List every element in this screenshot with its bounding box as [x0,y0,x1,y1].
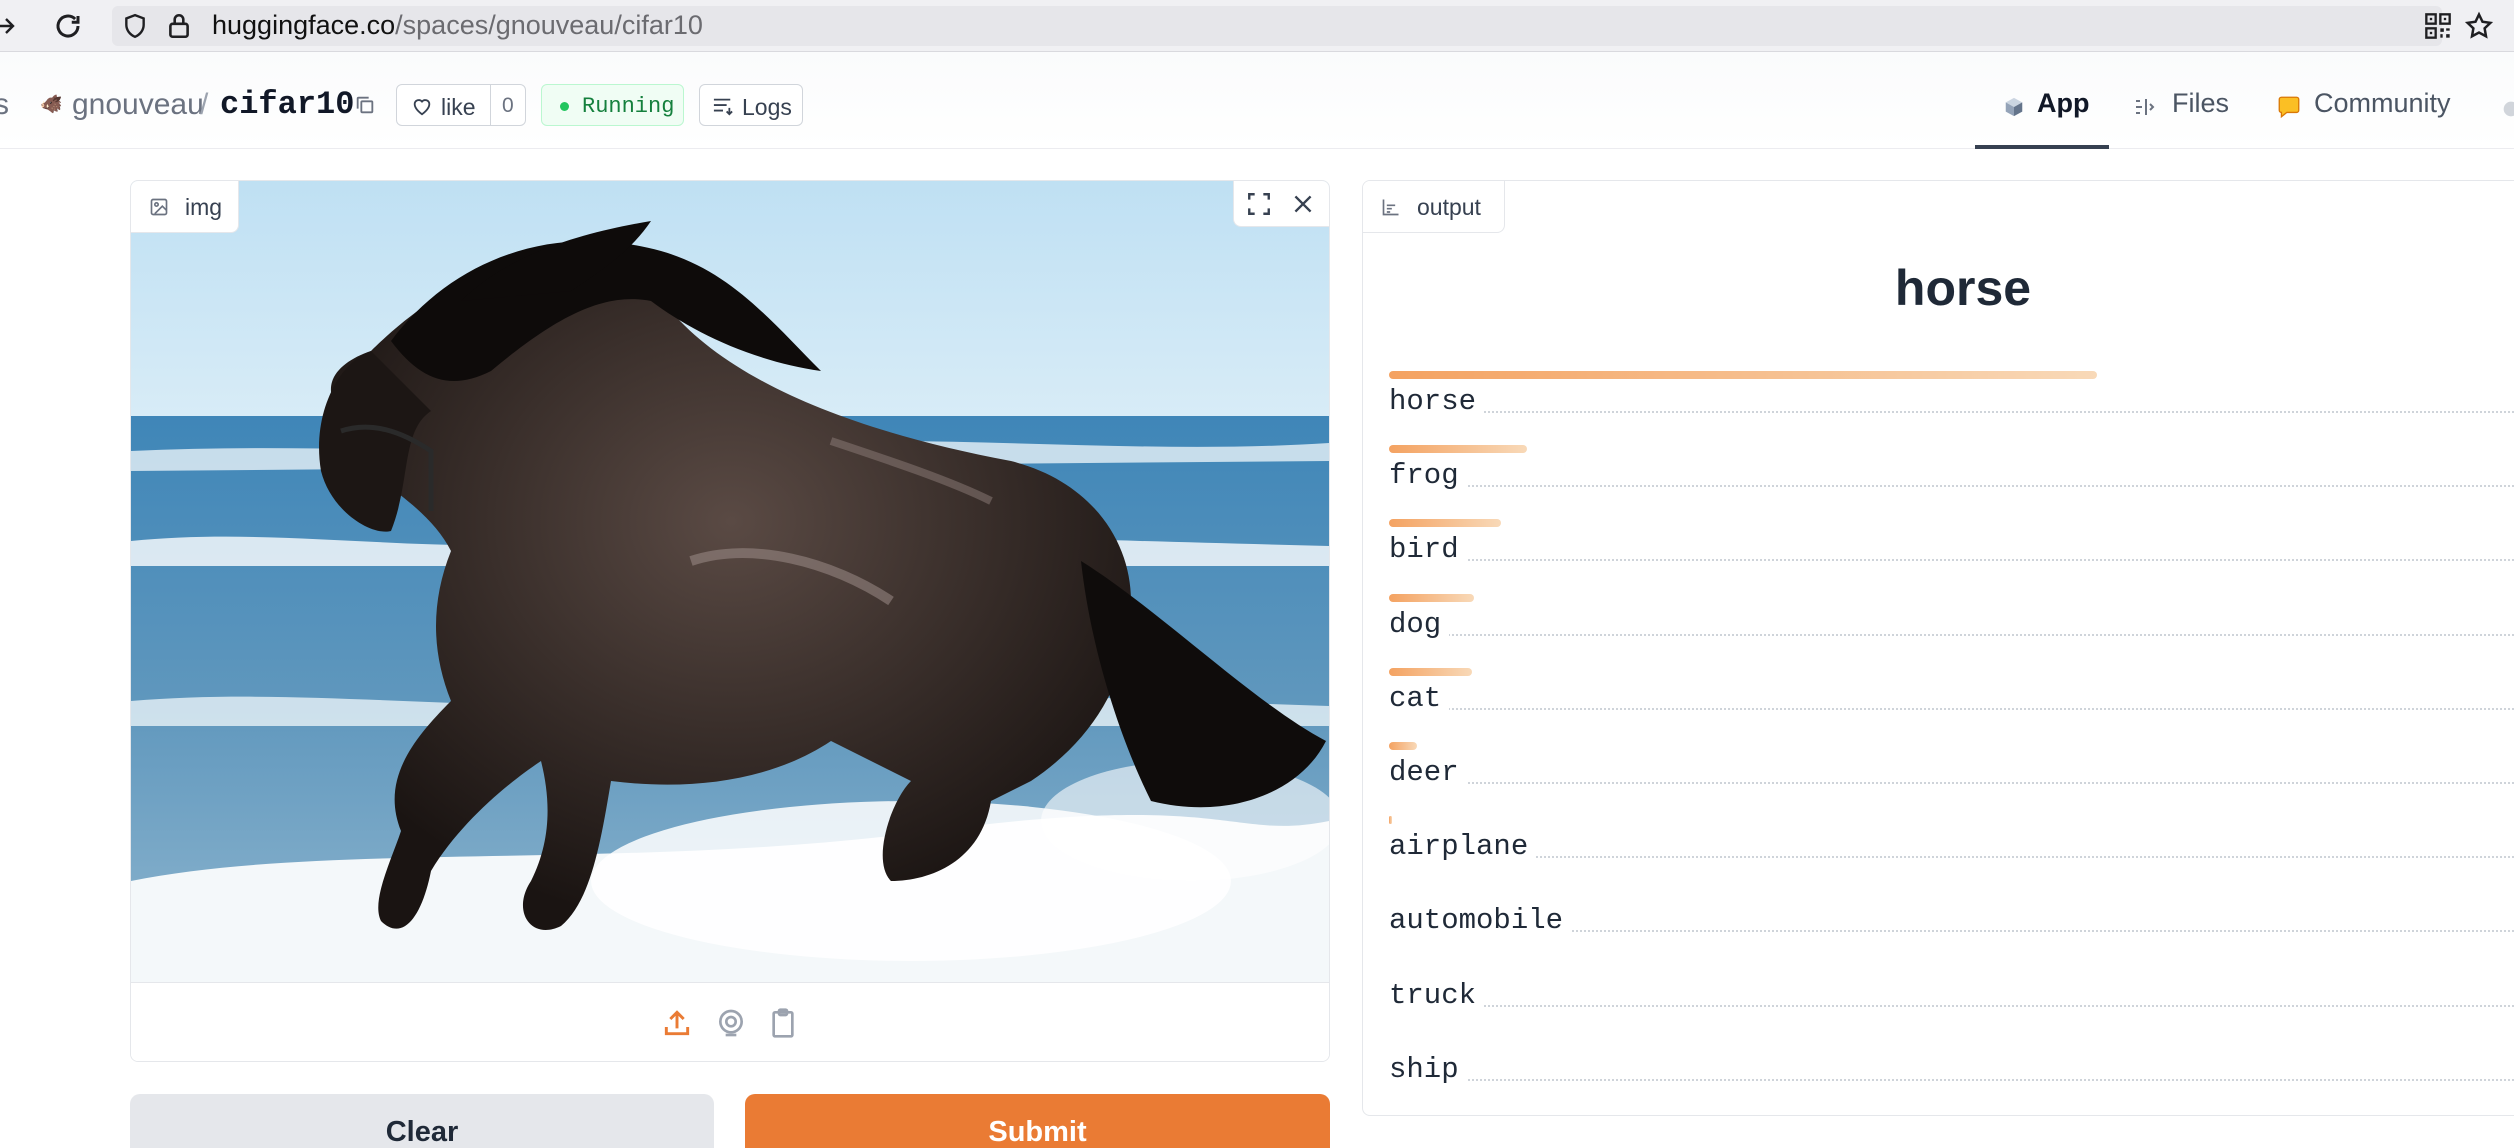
tab-files-label: Files [2172,88,2230,118]
arrow-right-icon [0,18,15,34]
confidence-bar [1389,445,1528,453]
forward-button[interactable] [0,8,24,44]
heart-icon [413,99,431,116]
cube-icon [2005,97,2023,117]
confidence-dotted-leader [1389,708,2514,710]
url-text: huggingface.co/spaces/gnouveau/cifar10 [212,11,703,39]
confidence-row: bird10 [1389,519,2514,593]
confidence-label: ship [1389,1053,1467,1086]
owner-avatar-icon[interactable]: 🐗 [40,94,62,114]
image-input-label-text: img [185,194,223,220]
qr-code-icon[interactable] [2424,12,2452,40]
tab-app-label: App [2037,88,2090,118]
status-label: Running [582,94,675,119]
confidence-label: frog [1389,459,1467,492]
shield-icon [125,13,145,39]
close-icon[interactable] [1290,191,1316,217]
confidence-row: automobile0 [1389,890,2514,964]
clear-button-label: Clear [385,1116,459,1148]
confidence-row: deer2 [1389,742,2514,816]
output-label-text: output [1417,194,1481,220]
tab-files[interactable]: Files [2134,74,2264,149]
upload-icon[interactable] [661,1007,693,1039]
url-host: huggingface.co [212,10,396,40]
community-icon [2278,96,2300,119]
output-panel: output horse horse61frog12bird10dog7cat7… [1362,180,2514,1116]
truncated-breadcrumb-fragment: s [0,88,9,121]
confidence-label: bird [1389,533,1467,566]
confidence-label: truck [1389,979,1485,1012]
confidence-bar [1389,594,1475,602]
url-path: /spaces/gnouveau/cifar10 [395,10,703,40]
confidence-label: dog [1389,608,1450,641]
running-dot-icon [560,102,569,111]
lock-icon [169,13,189,39]
confidence-dotted-leader [1389,634,2514,636]
settings-icon[interactable] [2500,98,2514,120]
confidence-dotted-leader [1389,856,2514,858]
confidence-row: airplane0 [1389,816,2514,890]
copy-icon[interactable] [354,94,376,116]
confidence-row: horse61 [1389,371,2514,445]
confidence-row: cat7 [1389,668,2514,742]
uploaded-image[interactable] [131,181,1329,982]
confidence-dotted-leader [1389,1079,2514,1081]
reload-icon [56,14,80,38]
like-label: like [441,94,476,120]
predicted-label: horse [1894,260,2032,316]
confidence-label: cat [1389,682,1450,715]
logs-icon [713,98,733,116]
confidence-bar [1389,816,1392,824]
confidence-row: ship0 [1389,1039,2514,1113]
breadcrumb-separator: / [200,88,209,121]
bookmark-star-icon[interactable] [2464,11,2494,41]
confidence-label: deer [1389,756,1467,789]
confidence-bar [1389,519,1501,527]
confidence-dotted-leader [1389,485,2514,487]
confidence-row: truck0 [1389,965,2514,1039]
confidence-label: automobile [1389,904,1572,937]
confidence-dotted-leader [1389,559,2514,561]
confidence-label: horse [1389,385,1485,418]
tab-community[interactable]: Community [2276,74,2476,149]
tab-app[interactable]: App [1975,74,2109,149]
output-label: output [1363,181,1505,233]
confidence-row: dog7 [1389,594,2514,668]
tab-community-label: Community [2314,88,2451,118]
like-divider [490,85,491,125]
submit-button[interactable]: Submit [745,1094,1330,1148]
logs-button[interactable]: Logs [699,84,803,126]
image-icon [150,198,168,216]
webcam-icon[interactable] [715,1007,747,1039]
space-name-link[interactable]: cifar10 [220,86,354,123]
like-button[interactable]: like 0 [396,84,526,126]
confidence-bar [1389,742,1417,750]
image-source-bar [131,982,1329,1061]
confidence-bar [1389,371,2098,379]
confidence-dotted-leader [1389,1005,2514,1007]
image-toolbar [1233,181,1329,227]
status-badge: Running [541,84,684,126]
clear-button[interactable]: Clear [130,1094,714,1148]
files-icon [2136,99,2155,115]
space-owner-link[interactable]: gnouveau [72,88,204,122]
fullscreen-icon[interactable] [1246,191,1272,217]
logs-label: Logs [742,94,792,120]
confidence-dotted-leader [1389,782,2514,784]
browser-toolbar: huggingface.co/spaces/gnouveau/cifar10 [0,0,2514,52]
space-header: s 🐗 gnouveau / cifar10 like 0 Running Lo… [0,52,2514,149]
confidence-label: airplane [1389,830,1537,863]
confidence-dotted-leader [1389,411,2514,413]
submit-button-label: Submit [988,1116,1087,1148]
horse-image [131,181,1329,982]
address-bar[interactable]: huggingface.co/spaces/gnouveau/cifar10 [112,6,2451,46]
image-input-label: img [131,181,239,233]
image-input-panel: img [130,180,1330,1062]
clipboard-icon[interactable] [767,1007,799,1039]
confidence-row: frog12 [1389,445,2514,519]
label-output-icon [1382,199,1399,216]
reload-button[interactable] [50,8,86,44]
like-count: 0 [502,94,514,117]
confidence-bar [1389,668,1472,676]
